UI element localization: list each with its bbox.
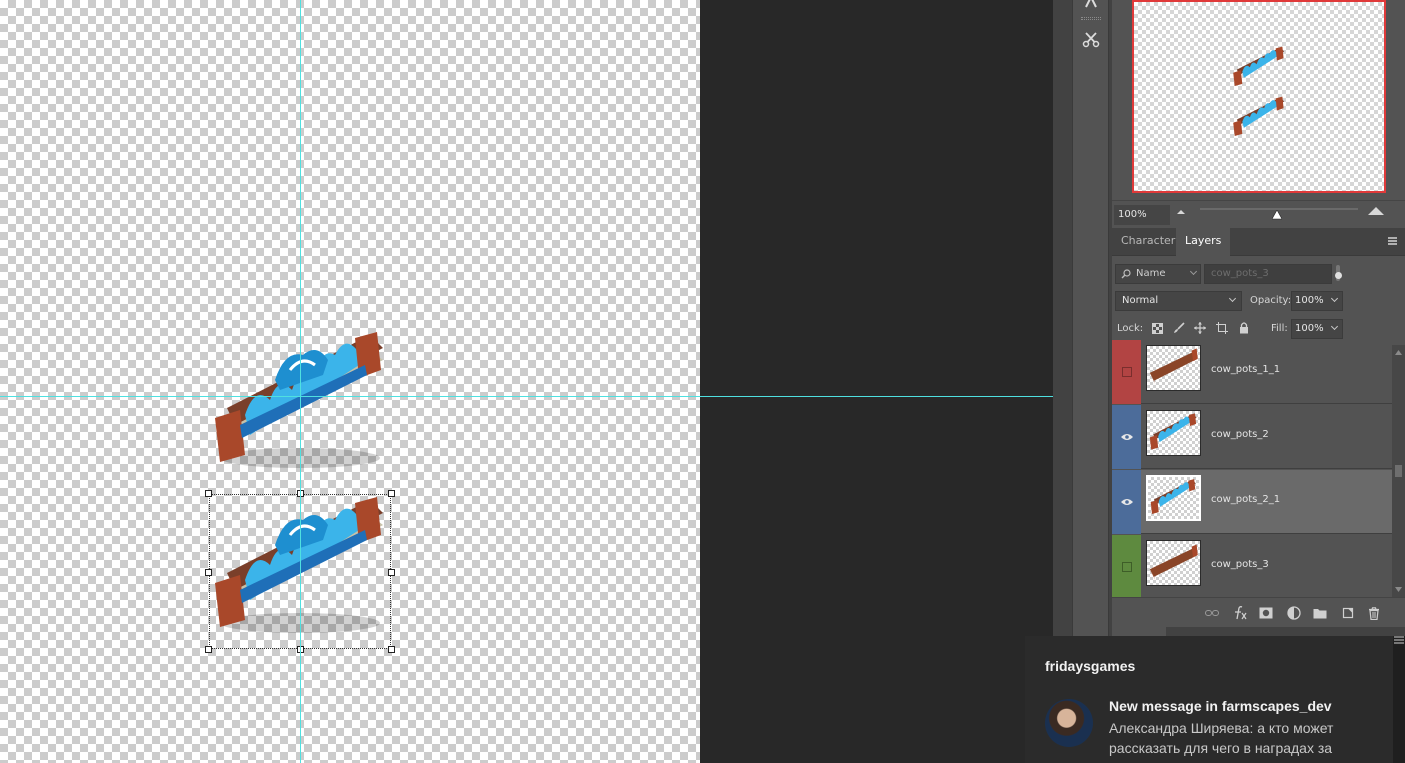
layer-thumbnail-art (1149, 544, 1198, 581)
transform-handle-top-left[interactable] (205, 490, 212, 497)
layer-thumbnail[interactable] (1146, 345, 1201, 391)
lock-icon (1240, 322, 1248, 334)
layer-row-cow-pots-2[interactable]: cow_pots_2 (1112, 405, 1392, 469)
lock-all-button[interactable] (1237, 321, 1251, 335)
tool-button-top[interactable] (1075, 0, 1107, 16)
layers-footer (1112, 597, 1405, 627)
fill-label: Fill: (1271, 323, 1288, 334)
panel-bottom-tab[interactable] (1112, 627, 1166, 636)
scissors-tools-icon (1082, 32, 1100, 48)
notification-body: Александра Ширяева: а кто может рассказа… (1109, 720, 1334, 756)
lock-position-button[interactable] (1193, 321, 1207, 335)
layer-row-cow-pots-3[interactable]: cow_pots_3 (1112, 535, 1392, 599)
transform-handle-bottom-left[interactable] (205, 646, 212, 653)
hamburger-menu-icon[interactable] (1394, 636, 1404, 644)
guide-vertical[interactable] (300, 0, 301, 763)
fx-icon[interactable] (1232, 605, 1248, 621)
notification-app-name: fridaysgames (1045, 658, 1136, 674)
navigator-preview[interactable] (1132, 0, 1386, 193)
navigator-panel (1112, 0, 1405, 200)
layers-scrollbar[interactable] (1392, 345, 1405, 597)
lock-label: Lock: (1117, 323, 1144, 334)
panel-tabs: Character Layers (1112, 228, 1405, 256)
delete-layer-icon[interactable] (1366, 605, 1382, 621)
move-icon (1194, 322, 1206, 334)
photoshop-window: 100% Character Layers Name cow_pots_3 No… (0, 0, 1405, 763)
transform-handle-bottom-right[interactable] (388, 646, 395, 653)
zoom-field[interactable]: 100% (1114, 205, 1170, 225)
layer-name[interactable]: cow_pots_3 (1211, 559, 1269, 570)
eye-icon[interactable] (1120, 498, 1134, 506)
lock-transparent-pixels-button[interactable] (1150, 321, 1164, 335)
panel-grip[interactable] (1081, 17, 1101, 20)
artboard-icon (1216, 322, 1228, 334)
navigator-zoom-row: 100% (1112, 200, 1405, 226)
scroll-up-icon[interactable] (1395, 350, 1402, 355)
notification-heading: New message in farmscapes_dev (1109, 698, 1332, 714)
lock-artboard-button[interactable] (1215, 321, 1229, 335)
tab-layers[interactable]: Layers (1176, 228, 1231, 256)
checkerboard-icon (1151, 322, 1163, 334)
layer-thumbnail[interactable] (1146, 540, 1201, 586)
zoom-out-icon[interactable] (1176, 209, 1186, 215)
avatar (1045, 699, 1093, 747)
filter-toggle-knob (1335, 272, 1342, 279)
transform-handle-top-right[interactable] (388, 490, 395, 497)
transform-handle-middle-left[interactable] (205, 569, 212, 576)
scrollbar-thumb[interactable] (1395, 465, 1402, 477)
layer-thumbnail-art (1150, 479, 1196, 514)
fill-value: 100% (1295, 323, 1324, 334)
search-icon (1121, 269, 1131, 279)
zoom-in-icon[interactable] (1367, 206, 1385, 216)
guide-horizontal[interactable] (0, 396, 1053, 397)
document-canvas[interactable] (0, 0, 700, 763)
layer-hidden-box[interactable] (1122, 367, 1132, 377)
layer-row-cow-pots-1-1[interactable]: cow_pots_1_1 (1112, 340, 1392, 404)
opacity-label: Opacity: (1250, 295, 1292, 306)
adjustment-layer-icon[interactable] (1286, 605, 1302, 621)
layer-thumbnail-art (1149, 413, 1197, 450)
tab-character[interactable]: Character (1112, 228, 1184, 256)
zoom-slider-thumb[interactable] (1272, 210, 1282, 220)
eye-icon[interactable] (1120, 433, 1134, 441)
layer-name[interactable]: cow_pots_1_1 (1211, 364, 1280, 375)
layer-name[interactable]: cow_pots_2 (1211, 429, 1269, 440)
brush-icon (1174, 322, 1185, 333)
notification-toast[interactable]: fridaysgames New message in farmscapes_d… (1025, 636, 1393, 763)
right-panel: 100% Character Layers Name cow_pots_3 No… (1112, 0, 1405, 636)
notification-side-strip (1393, 636, 1405, 763)
layer-thumbnail[interactable] (1146, 410, 1201, 456)
tool-strip (1072, 0, 1109, 636)
navigator-sprite-bottom (1233, 96, 1285, 137)
layer-row-cow-pots-2-1[interactable]: cow_pots_2_1 (1112, 470, 1392, 534)
layer-filter-kind-label: Name (1136, 268, 1166, 279)
brush-settings-icon (1085, 0, 1097, 8)
panel-menu-icon[interactable] (1388, 237, 1397, 245)
layer-name[interactable]: cow_pots_2_1 (1211, 494, 1280, 505)
transform-handle-middle-right[interactable] (388, 569, 395, 576)
panel-bottom-strip (1112, 627, 1405, 636)
add-mask-icon[interactable] (1258, 605, 1274, 621)
new-layer-icon[interactable] (1340, 605, 1356, 621)
tool-presets-button[interactable] (1075, 24, 1107, 54)
layer-hidden-box[interactable] (1122, 562, 1132, 572)
layer-thumbnail[interactable] (1146, 475, 1201, 521)
blend-mode-value: Normal (1122, 295, 1159, 306)
layer-filter-input[interactable]: cow_pots_3 (1204, 264, 1332, 284)
link-layers-icon[interactable] (1204, 605, 1220, 621)
blend-mode-select[interactable]: Normal (1115, 291, 1242, 311)
scroll-down-icon[interactable] (1395, 587, 1402, 592)
navigator-sprite-top (1233, 46, 1285, 87)
lock-image-pixels-button[interactable] (1172, 321, 1186, 335)
opacity-value: 100% (1295, 295, 1324, 306)
layer-thumbnail-art (1149, 348, 1198, 385)
pasteboard (700, 0, 1053, 763)
new-group-folder-icon[interactable] (1312, 605, 1328, 621)
